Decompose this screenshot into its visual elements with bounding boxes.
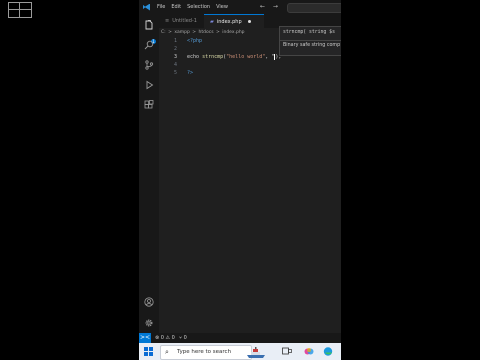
code-line[interactable]: 4 xyxy=(159,61,341,69)
breadcrumb-part[interactable]: htdocs xyxy=(199,30,214,35)
menu-file[interactable]: File xyxy=(157,4,165,10)
windows-taskbar: ⌕ Type here to search xyxy=(139,343,341,360)
problems-indicator[interactable]: ⊗ 0 ⚠ 0 xyxy=(155,335,175,341)
tab-untitled-1[interactable]: ≡ Untitled-1 xyxy=(159,14,203,28)
status-bar: >< ⊗ 0 ⚠ 0 ⑂ 0 xyxy=(139,333,341,343)
breadcrumb-sep: > xyxy=(192,30,197,35)
breadcrumb-part[interactable]: index.php xyxy=(222,30,244,35)
hint-signature: strncmp( string $s xyxy=(283,30,335,35)
breadcrumb: C: > xampp > htdocs > index.php xyxy=(161,30,246,35)
line-number: 5 xyxy=(173,70,177,76)
menu-edit[interactable]: Edit xyxy=(171,4,181,10)
code-token: echo xyxy=(187,54,203,60)
extensions-icon[interactable] xyxy=(144,100,154,110)
account-icon[interactable] xyxy=(144,297,154,307)
search-icon[interactable] xyxy=(144,40,154,50)
line-code: <?php xyxy=(187,37,202,45)
taskbar-search-box[interactable]: ⌕ Type here to search xyxy=(160,345,265,360)
hint-divider xyxy=(280,40,341,41)
hint-description: Binary safe string comp xyxy=(283,43,341,48)
code-token: <?php xyxy=(187,38,203,44)
line-code: ?> xyxy=(187,69,193,77)
code-token: ?> xyxy=(187,70,194,76)
source-control-icon[interactable] xyxy=(144,60,154,70)
windows-start-icon[interactable] xyxy=(144,347,153,356)
menu-view[interactable]: View xyxy=(216,4,228,10)
parameter-hint-popup: strncmp( string $s Binary safe string co… xyxy=(279,26,341,56)
code-token: "hello world" xyxy=(226,54,266,60)
code-editor[interactable]: 1 <?php 2 3 echo strncmp("hello world", "); 4… xyxy=(159,37,341,333)
activity-bar: 1 xyxy=(139,14,159,333)
breadcrumb-sep: > xyxy=(216,30,220,35)
run-debug-icon[interactable] xyxy=(144,80,154,90)
breadcrumb-part[interactable]: xampp xyxy=(174,30,190,35)
title-bar: File Edit Selection View ← → xyxy=(139,0,341,14)
gear-icon[interactable] xyxy=(144,318,154,328)
code-line[interactable]: 5 ?> xyxy=(159,69,341,77)
ship-search-highlight-icon xyxy=(247,347,265,358)
remote-indicator-icon[interactable]: >< xyxy=(139,333,151,343)
tab-label: index.php xyxy=(216,18,242,25)
unsaved-dot-icon[interactable] xyxy=(247,20,251,23)
line-code: echo strncmp("hello world", "); xyxy=(187,53,281,61)
nav-arrows[interactable]: ← → xyxy=(260,3,281,10)
vscode-logo-icon xyxy=(143,3,150,11)
breadcrumb-sep: > xyxy=(168,30,172,35)
grid-corner-icon xyxy=(8,2,32,18)
php-file-icon: ▰ xyxy=(210,18,214,25)
command-center[interactable] xyxy=(287,3,341,13)
line-number: 3 xyxy=(173,54,177,60)
tab-label: Untitled-1 xyxy=(172,18,197,24)
breadcrumb-part[interactable]: C: xyxy=(161,30,166,35)
vscode-window: File Edit Selection View ← → 1 ≡ Untitle… xyxy=(139,0,341,360)
code-token: , " xyxy=(265,54,275,60)
file-icon: ≡ xyxy=(165,18,170,24)
line-number: 4 xyxy=(173,62,177,68)
search-placeholder: Type here to search xyxy=(177,349,232,355)
copilot-icon[interactable] xyxy=(304,347,314,356)
edge-browser-icon[interactable] xyxy=(323,347,333,356)
search-icon: ⌕ xyxy=(165,348,169,356)
code-token: strncmp xyxy=(202,54,224,60)
line-number: 1 xyxy=(173,38,177,44)
menu-selection[interactable]: Selection xyxy=(187,4,210,10)
explorer-icon[interactable] xyxy=(144,20,154,30)
ports-indicator[interactable]: ⑂ 0 xyxy=(179,335,187,341)
task-view-icon[interactable] xyxy=(282,347,292,356)
line-number: 2 xyxy=(173,46,177,52)
tab-index-php[interactable]: ▰ index.php xyxy=(204,14,264,28)
